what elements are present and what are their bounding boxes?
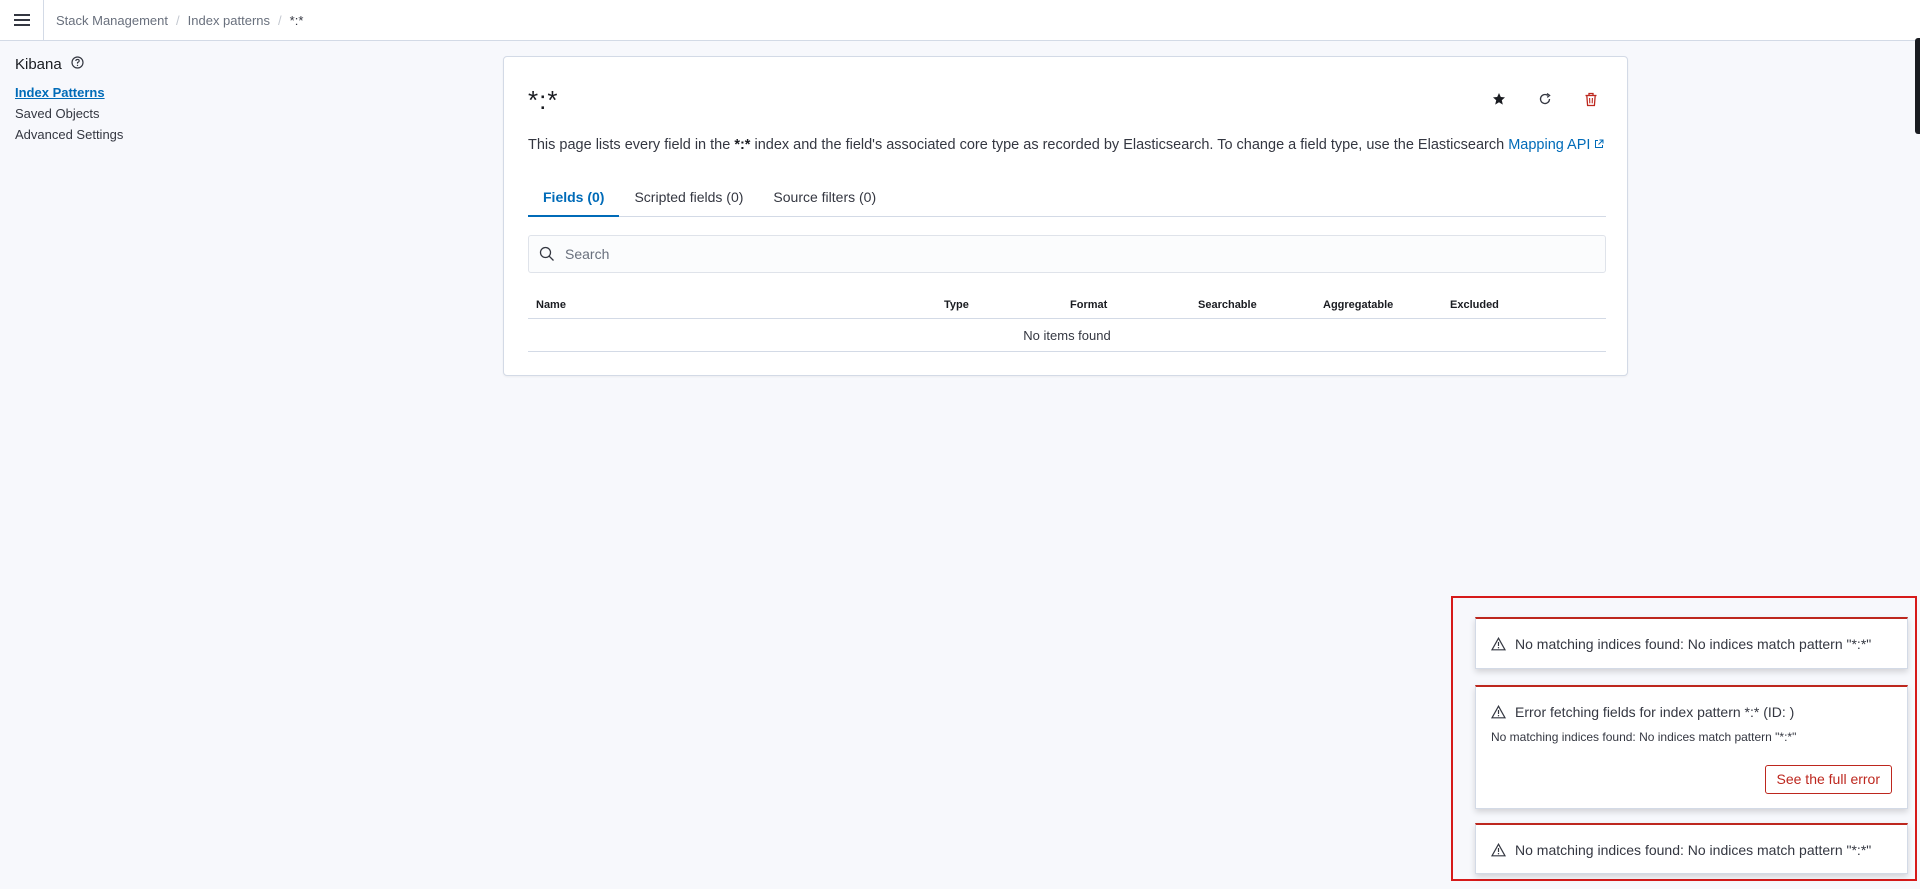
pattern-actions bbox=[1487, 87, 1603, 111]
set-default-button[interactable] bbox=[1487, 87, 1511, 111]
breadcrumb-separator: / bbox=[278, 12, 282, 28]
description-text-after: index and the field's associated core ty… bbox=[750, 137, 1509, 153]
toast-warning: No matching indices found: No indices ma… bbox=[1475, 617, 1908, 669]
field-tabs: Fields (0) Scripted fields (0) Source fi… bbox=[528, 177, 1606, 217]
toast-title: Error fetching fields for index pattern … bbox=[1491, 704, 1892, 720]
description-pattern: *:* bbox=[734, 137, 751, 153]
breadcrumb: Stack Management / Index patterns / *:* bbox=[44, 13, 303, 28]
sidebar-title: Kibana bbox=[15, 56, 215, 73]
breadcrumb-stack-management[interactable]: Stack Management bbox=[56, 13, 168, 28]
sidebar-item-index-patterns[interactable]: Index Patterns bbox=[15, 85, 215, 100]
column-header-excluded[interactable]: Excluded bbox=[1450, 299, 1499, 311]
top-header: Stack Management / Index patterns / *:* bbox=[0, 0, 1920, 41]
sidebar-item-advanced-settings[interactable]: Advanced Settings bbox=[15, 127, 215, 142]
right-edge-handle bbox=[1915, 38, 1920, 134]
help-icon[interactable] bbox=[71, 56, 84, 73]
mapping-api-link[interactable]: Mapping API bbox=[1508, 137, 1604, 153]
warning-icon bbox=[1491, 637, 1506, 651]
toast-warning: No matching indices found: No indices ma… bbox=[1475, 823, 1908, 874]
breadcrumb-current: *:* bbox=[289, 12, 304, 28]
page-title: *:* bbox=[528, 85, 559, 115]
toast-title-text: Error fetching fields for index pattern … bbox=[1515, 704, 1795, 720]
toast-error: Error fetching fields for index pattern … bbox=[1475, 685, 1908, 809]
index-pattern-panel: *:* This page lists every field in the *… bbox=[503, 56, 1628, 376]
sidebar: Kibana Index Patterns Saved Objects Adva… bbox=[15, 56, 215, 148]
column-header-type[interactable]: Type bbox=[944, 299, 969, 311]
sidebar-title-label: Kibana bbox=[15, 56, 62, 73]
external-link-icon bbox=[1595, 139, 1604, 148]
menu-icon bbox=[13, 14, 30, 26]
search-box bbox=[528, 235, 1606, 273]
refresh-icon bbox=[1539, 92, 1551, 105]
column-header-format: Format bbox=[1070, 299, 1108, 311]
fields-table: Name Type Format Searchable Aggregatable… bbox=[528, 289, 1606, 352]
refresh-fields-button[interactable] bbox=[1533, 87, 1557, 111]
empty-table-row: No items found bbox=[528, 319, 1606, 352]
column-header-name[interactable]: Name bbox=[536, 299, 566, 311]
toast-body: No matching indices found: No indices ma… bbox=[1491, 730, 1797, 744]
empty-message: No items found bbox=[1023, 327, 1111, 343]
toast-title: No matching indices found: No indices ma… bbox=[1491, 636, 1892, 652]
toast-list: No matching indices found: No indices ma… bbox=[1451, 596, 1917, 881]
search-input[interactable] bbox=[565, 246, 1565, 262]
star-icon bbox=[1493, 93, 1505, 105]
breadcrumb-separator: / bbox=[176, 12, 180, 28]
page-description: This page lists every field in the *:* i… bbox=[528, 137, 1604, 153]
column-header-searchable[interactable]: Searchable bbox=[1198, 299, 1257, 311]
see-full-error-button[interactable]: See the full error bbox=[1764, 765, 1892, 794]
warning-icon bbox=[1491, 705, 1506, 719]
description-text-before: This page lists every field in the bbox=[528, 137, 735, 153]
toast-title: No matching indices found: No indices ma… bbox=[1491, 842, 1892, 858]
table-header: Name Type Format Searchable Aggregatable… bbox=[528, 289, 1606, 319]
warning-icon bbox=[1491, 843, 1506, 857]
tab-scripted-fields[interactable]: Scripted fields (0) bbox=[619, 177, 758, 217]
column-header-aggregatable[interactable]: Aggregatable bbox=[1323, 299, 1393, 311]
tab-fields[interactable]: Fields (0) bbox=[528, 177, 620, 217]
search-icon bbox=[539, 246, 554, 261]
menu-button[interactable] bbox=[0, 0, 44, 41]
trash-icon bbox=[1585, 92, 1597, 106]
sidebar-item-saved-objects[interactable]: Saved Objects bbox=[15, 106, 215, 121]
delete-pattern-button[interactable] bbox=[1579, 87, 1603, 111]
mapping-api-link-label: Mapping API bbox=[1508, 137, 1591, 153]
toast-title-text: No matching indices found: No indices ma… bbox=[1515, 636, 1872, 652]
toast-title-text: No matching indices found: No indices ma… bbox=[1515, 842, 1872, 858]
breadcrumb-index-patterns[interactable]: Index patterns bbox=[188, 13, 270, 28]
tab-source-filters[interactable]: Source filters (0) bbox=[758, 177, 891, 217]
